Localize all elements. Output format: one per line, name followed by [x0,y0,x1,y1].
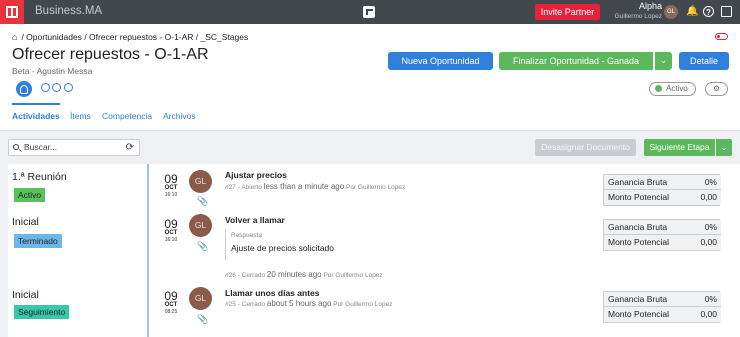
money-box: Ganancia Bruta 0% Monto Potencial 0,00 [603,174,721,206]
add-icon[interactable] [64,83,73,92]
search-input[interactable]: Buscar... ⟳ [8,139,140,156]
toggle-switch[interactable] [715,33,728,40]
stage-badge: Terminado [14,234,62,248]
invite-partner-button[interactable]: Invite Partner [535,4,600,20]
attachment-icon[interactable]: 📎 [197,314,208,325]
activity-avatar: GL [189,214,212,237]
user-name: Guillermo Lopez [614,13,662,20]
user-info[interactable]: Alpha Guillermo Lopez [608,2,662,21]
activity-title[interactable]: Llamar unos días antes [225,288,319,298]
dashboard-icon[interactable] [363,6,375,18]
stage-name: 1.ª Reunión [12,171,67,183]
breadcrumb-oportunidades[interactable]: Oportunidades [26,32,82,42]
activity-reply: Respuesta Ajuste de precios solicitado [225,229,465,260]
settings-icon[interactable]: ⚙ [705,82,728,96]
search-placeholder: Buscar... [24,142,58,152]
detalle-button[interactable]: Detalle [679,52,729,70]
app-name: Business.MA [35,5,103,17]
tab-items[interactable]: Ítems [70,111,91,121]
status-dot-icon [655,85,662,92]
activity-title[interactable]: Volver a llamar [225,215,285,225]
attachment-icon[interactable]: 📎 [197,196,208,207]
attachment-icon[interactable]: 📎 [197,241,208,252]
reply-label: Respuesta [231,232,263,239]
panel-toggle-icon[interactable] [721,6,732,17]
siguiente-etapa-button[interactable]: Siguiente Etapa [644,139,715,156]
activity-date: 09 OCT 16:10 [164,172,178,198]
current-stage-bar [147,164,149,337]
circle-icon[interactable] [52,83,61,92]
stage-badge: Activo [14,188,46,202]
app-logo-icon[interactable] [0,0,24,24]
reply-text: Ajuste de precios solicitado [231,243,335,253]
opportunity-header: ⌂ / Oportunidades / Ofrecer repuestos - O… [0,24,740,130]
money-box: Ganancia Bruta 0% Monto Potencial 0,00 [603,291,721,323]
refresh-icon[interactable]: ⟳ [126,140,134,155]
activity-meta: #25 - Cerrado about 5 hours ago Por Guil… [225,299,393,308]
stage-name: Inicial [12,216,39,228]
tab-actividades[interactable]: Actividades [12,111,60,121]
nueva-oportunidad-button[interactable]: Nueva Oportunidad [388,52,493,70]
activity-meta: #27 - Abierto less than a minute ago Por… [225,182,406,191]
stage-name: Inicial [12,289,39,301]
stage-badge: Seguimiento [14,305,70,319]
activity-avatar: GL [189,170,212,193]
status-badge: Activo [649,82,696,96]
activity-date: 09 OCT 16:10 [164,217,178,243]
siguiente-dropdown-chevron-icon[interactable]: ⌄ [716,139,732,156]
status-label: Activo [666,84,688,93]
search-icon [13,144,19,150]
activity-avatar: GL [189,287,212,310]
page-subtitle: Beta - Agustin Messa [12,66,93,76]
help-icon[interactable]: ? [703,6,714,17]
finalizar-oportunidad-button[interactable]: Finalizar Oportunidad - Ganada [499,52,653,70]
activity-date: 09 OCT 08:25 [164,289,178,315]
tab-archivos[interactable]: Archivos [163,111,196,121]
active-tab-indicator [12,103,60,105]
user-badge-icon[interactable] [16,81,32,97]
top-bar: Business.MA Invite Partner Alpha Guiller… [0,0,740,24]
breadcrumb-stages: _SC_Stages [200,32,249,42]
divider [0,130,740,131]
activity-meta: #26 - Cerrado 20 minutes ago Por Guiller… [225,270,383,279]
breadcrumb: ⌂ / Oportunidades / Ofrecer repuestos - O… [12,32,249,42]
home-icon[interactable]: ⌂ [12,32,17,42]
link-icon[interactable] [41,83,50,92]
user-avatar[interactable]: GL [664,5,678,19]
user-company: Alpha [638,1,662,11]
bell-icon[interactable]: 🔔 [686,6,698,17]
desasignar-documento-button[interactable]: Desasignar Documento [535,139,636,156]
page-title: Ofrecer repuestos - O-1-AR [12,46,209,63]
finalizar-dropdown-chevron-icon[interactable]: ⌄ [655,52,672,70]
tab-competencia[interactable]: Competencia [102,111,152,121]
breadcrumb-opportunity[interactable]: Ofrecer repuestos - O-1-AR [89,32,193,42]
money-box: Ganancia Bruta 0% Monto Potencial 0,00 [603,219,721,251]
activity-title[interactable]: Ajustar precios [225,170,287,180]
